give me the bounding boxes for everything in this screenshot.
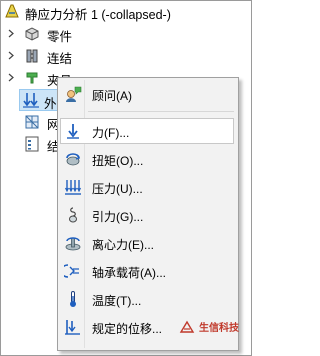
menu-item-label: 力(F)... <box>92 126 130 140</box>
connections-icon <box>26 49 38 63</box>
feature-tree-panel: 静应力分析 1 (-collapsed-) 零件 连结 夹具 <box>0 0 252 356</box>
chevron-right-icon[interactable] <box>7 73 16 82</box>
menu-item-label: 顾问(A) <box>92 89 132 103</box>
static-study-icon <box>5 4 19 18</box>
tree-root-label: 静应力分析 1 (-collapsed-) <box>25 8 171 22</box>
fixtures-icon <box>26 72 38 84</box>
menu-item-temperature[interactable]: 温度(T)... <box>60 286 234 312</box>
menu-item-label: 离心力(E)... <box>92 238 154 252</box>
centrifugal-icon <box>65 237 81 251</box>
torque-icon <box>66 153 81 166</box>
thermometer-icon <box>70 291 76 307</box>
menu-item-label: 温度(T)... <box>92 294 142 308</box>
tree-item-parts[interactable]: 零件 <box>1 23 251 45</box>
tree-item-label: 零件 <box>47 30 73 44</box>
parts-icon <box>25 27 39 41</box>
tree-item-label: 连结 <box>47 52 73 66</box>
menu-item-label: 轴承载荷(A)... <box>92 266 166 280</box>
mesh-icon <box>25 115 39 129</box>
force-arrow-icon <box>67 124 79 139</box>
bearing-load-icon <box>64 264 79 278</box>
menu-separator <box>88 111 234 112</box>
tree-item-connections[interactable]: 连结 <box>1 45 251 67</box>
menu-item-advisor[interactable]: 顾问(A) <box>60 81 234 107</box>
tree-item-external-loads[interactable]: 外部载荷 <box>19 89 61 111</box>
menu-item-centrifugal[interactable]: 离心力(E)... <box>60 230 234 256</box>
chevron-right-icon[interactable] <box>7 29 16 38</box>
watermark-logo-icon <box>179 320 195 333</box>
menu-item-label: 压力(U)... <box>92 182 143 196</box>
menu-item-bearing-load[interactable]: 轴承载荷(A)... <box>60 258 234 284</box>
menu-item-label: 引力(G)... <box>92 210 144 224</box>
menu-item-label: 扭矩(O)... <box>92 154 144 168</box>
menu-item-force[interactable]: 力(F)... <box>60 118 234 144</box>
watermark: 生信科技 <box>179 319 239 334</box>
external-loads-icon <box>23 93 39 108</box>
watermark-text: 生信科技 <box>199 323 239 334</box>
advisor-icon <box>66 86 82 102</box>
menu-item-label: 规定的位移... <box>92 322 163 336</box>
pressure-icon <box>65 180 81 195</box>
chevron-right-icon[interactable] <box>7 51 16 60</box>
menu-item-torque[interactable]: 扭矩(O)... <box>60 146 234 172</box>
prescribed-displacement-icon <box>65 320 80 335</box>
context-menu: 顾问(A) 力(F)... 扭矩(O)... 压力(U)... 引力(G)...… <box>57 77 239 351</box>
results-icon <box>25 136 39 152</box>
menu-item-pressure[interactable]: 压力(U)... <box>60 174 234 200</box>
tree-root-row[interactable]: 静应力分析 1 (-collapsed-) <box>1 1 251 23</box>
gravity-icon <box>69 207 77 223</box>
menu-item-gravity[interactable]: 引力(G)... <box>60 202 234 228</box>
